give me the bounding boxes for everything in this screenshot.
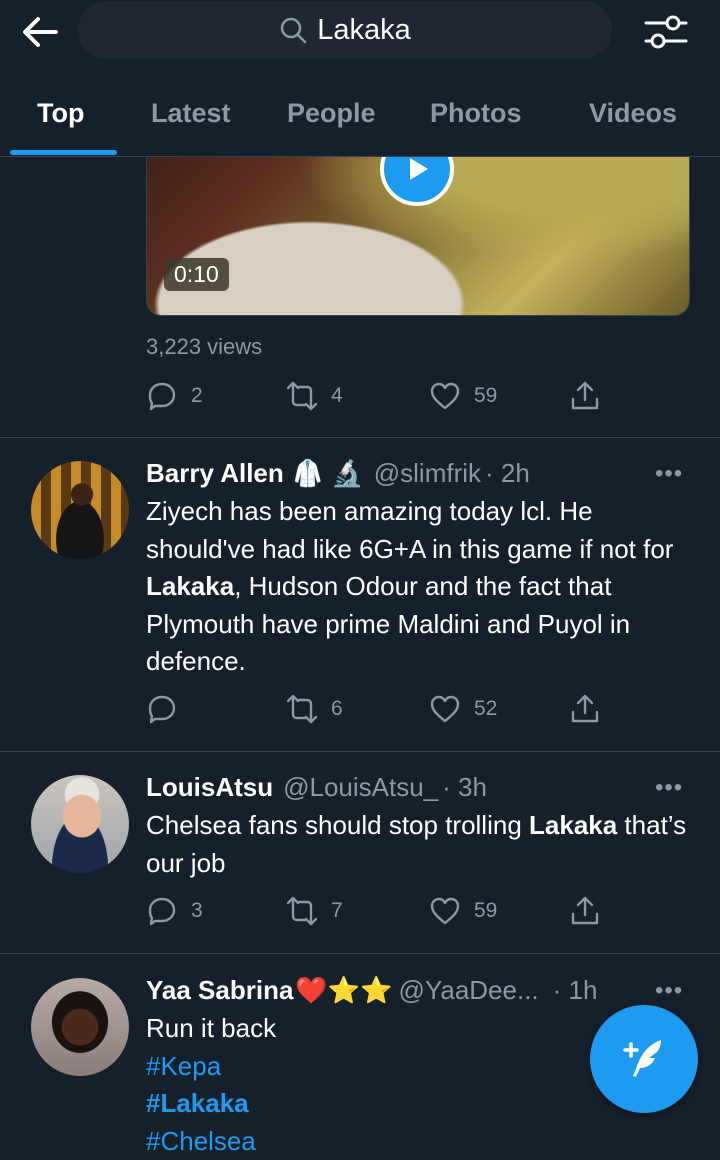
tab-videos[interactable]: Videos (589, 98, 677, 129)
like-button[interactable]: 59 (429, 895, 497, 927)
tweet-divider (0, 751, 720, 752)
tweet-header: Barry Allen 🥼 🔬 @slimfrik · 2h (146, 458, 530, 489)
reply-button[interactable]: 3 (146, 895, 203, 927)
active-tab-indicator (10, 150, 117, 155)
search-input[interactable]: Lakaka (78, 1, 612, 59)
tweet-actions: 6 52 (146, 693, 616, 725)
search-tabs: Top Latest People Photos Videos (0, 80, 720, 156)
hashtag-link[interactable]: #Chelsea (146, 1123, 696, 1160)
share-button[interactable] (569, 895, 601, 927)
back-button[interactable] (18, 12, 62, 52)
retweet-icon (286, 895, 318, 927)
like-count: 52 (474, 697, 497, 721)
like-icon (429, 895, 461, 927)
tweet-actions: 3 7 59 (146, 895, 616, 927)
tweet-text: Ziyech has been amazing today lcl. He sh… (146, 493, 696, 681)
like-button[interactable]: 59 (429, 380, 497, 412)
author-handle[interactable]: @LouisAtsu_ (283, 772, 438, 803)
like-icon (429, 693, 461, 725)
more-icon[interactable]: ••• (655, 460, 683, 488)
highlighted-term: Lakaka (529, 810, 617, 840)
reply-count: 3 (191, 899, 203, 923)
retweet-button[interactable]: 4 (286, 380, 343, 412)
author-name[interactable]: Yaa Sabrina (146, 975, 293, 1006)
share-icon (569, 895, 601, 927)
reply-icon (146, 380, 178, 412)
like-count: 59 (474, 899, 497, 923)
name-emoji: 🥼 🔬 (292, 458, 364, 489)
reply-icon (146, 895, 178, 927)
compose-tweet-button[interactable] (590, 1005, 698, 1113)
like-count: 59 (474, 384, 497, 408)
retweet-button[interactable]: 7 (286, 895, 343, 927)
tab-latest[interactable]: Latest (151, 98, 231, 129)
avatar[interactable] (31, 775, 129, 873)
search-header: Lakaka Top Latest People Photos Videos (0, 0, 720, 157)
share-button[interactable] (569, 693, 601, 725)
reply-count: 2 (191, 384, 203, 408)
view-count: 3,223 views (146, 334, 262, 360)
tab-photos[interactable]: Photos (430, 98, 522, 129)
retweet-count: 7 (331, 899, 343, 923)
tab-people[interactable]: People (287, 98, 376, 129)
avatar[interactable] (31, 978, 129, 1076)
back-arrow-icon (22, 16, 58, 48)
share-icon (569, 380, 601, 412)
like-icon (429, 380, 461, 412)
retweet-icon (286, 693, 318, 725)
more-icon[interactable]: ••• (655, 774, 683, 802)
search-icon (279, 16, 307, 44)
more-icon[interactable]: ••• (655, 977, 683, 1005)
filter-icon (644, 14, 688, 50)
author-name[interactable]: Barry Allen (146, 458, 284, 489)
tweet-time: · 3h (442, 772, 487, 803)
author-name[interactable]: LouisAtsu (146, 772, 273, 803)
video-duration: 0:10 (164, 258, 229, 291)
tweet-divider (0, 437, 720, 438)
name-emoji: ❤️⭐⭐ (295, 975, 392, 1006)
avatar[interactable] (31, 461, 129, 559)
share-button[interactable] (569, 380, 601, 412)
retweet-icon (286, 380, 318, 412)
compose-icon (617, 1032, 671, 1086)
like-button[interactable]: 52 (429, 693, 497, 725)
retweet-count: 6 (331, 697, 343, 721)
tweet-actions: 2 4 59 (146, 380, 616, 412)
tweet-header: LouisAtsu @LouisAtsu_ · 3h (146, 772, 487, 803)
tweet-time: · 1h (553, 975, 598, 1006)
tweet-time: · 2h (485, 458, 530, 489)
play-icon (402, 154, 432, 184)
search-query: Lakaka (317, 14, 411, 47)
share-icon (569, 693, 601, 725)
tweet-divider (0, 953, 720, 954)
tab-top[interactable]: Top (37, 98, 84, 129)
reply-button[interactable] (146, 693, 191, 725)
retweet-count: 4 (331, 384, 343, 408)
author-handle[interactable]: @YaaDee... (399, 975, 539, 1006)
author-handle[interactable]: @slimfrik (374, 458, 481, 489)
highlighted-term: Lakaka (146, 571, 234, 601)
reply-button[interactable]: 2 (146, 380, 203, 412)
search-filter-button[interactable] (638, 10, 694, 54)
tweet-text: Chelsea fans should stop trolling Lakaka… (146, 807, 696, 882)
tweet-header: Yaa Sabrina ❤️⭐⭐ @YaaDee... · 1h (146, 975, 597, 1006)
retweet-button[interactable]: 6 (286, 693, 343, 725)
reply-icon (146, 693, 178, 725)
